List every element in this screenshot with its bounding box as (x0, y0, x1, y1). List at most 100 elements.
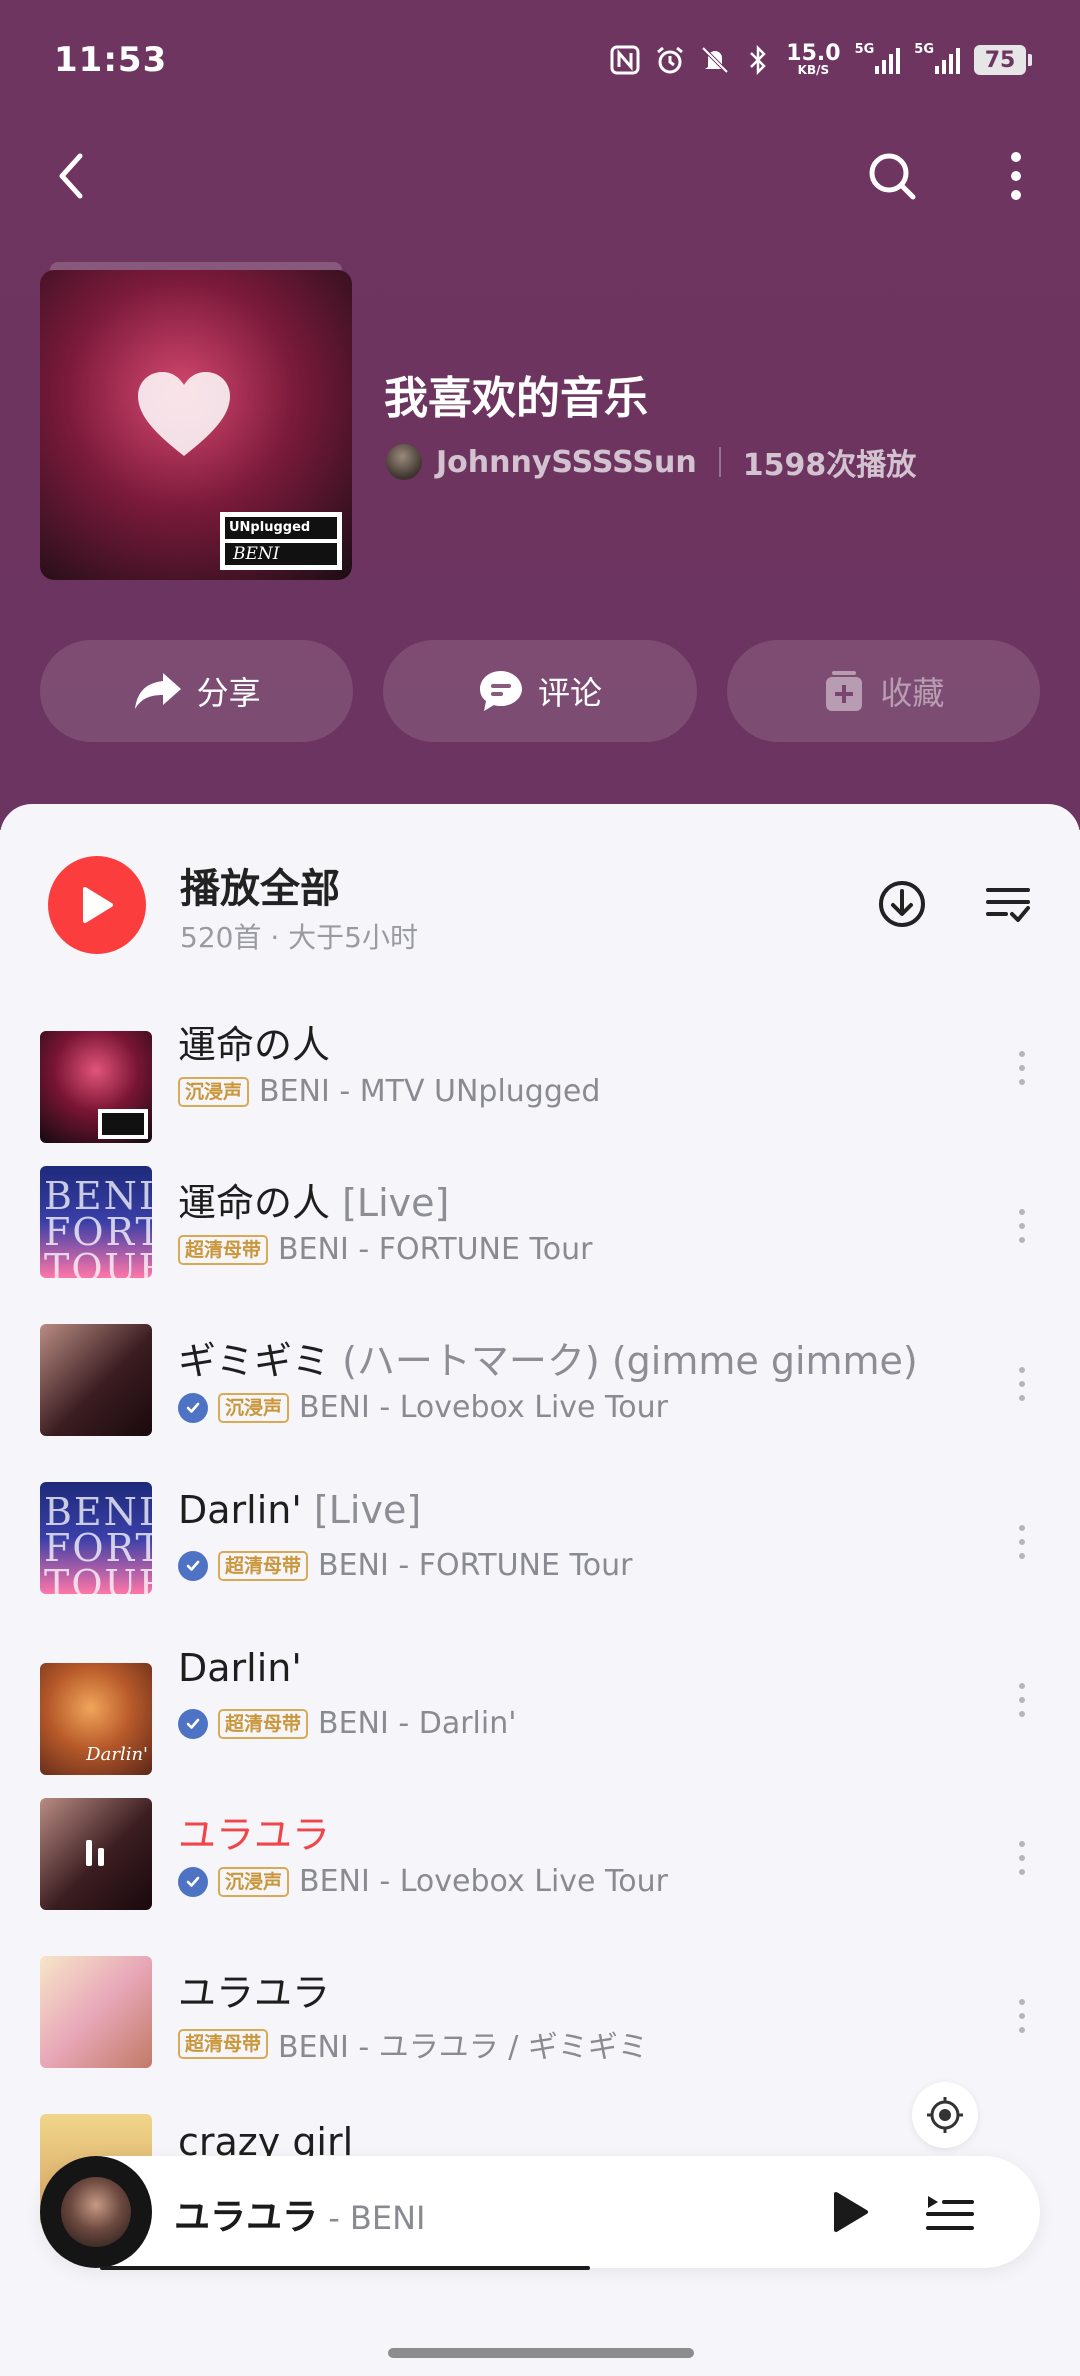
song-more-button[interactable] (1000, 1354, 1044, 1414)
dot-icon (1019, 1209, 1025, 1215)
song-row[interactable]: ユラユラ 超清母带 BENI - ユラユラ / ギミギミ (0, 1952, 1080, 2110)
song-more-button[interactable] (1000, 1038, 1044, 1098)
play-icon (83, 887, 113, 923)
song-row[interactable]: BENI FORTUNE TOUR Darlin' [Live] 超清母带 BE… (0, 1478, 1080, 1636)
share-icon (134, 673, 181, 709)
quality-tag: 沉浸声 (218, 1866, 290, 1897)
quality-tag: 沉浸声 (218, 1392, 290, 1423)
album-art (40, 1798, 152, 1910)
top-nav (0, 140, 1080, 212)
song-meta: 沉浸声 BENI - MTV UNplugged (178, 1074, 600, 1109)
collect-button[interactable]: 收藏 (726, 640, 1040, 742)
dot-icon (1019, 1553, 1025, 1559)
playlist-icon (926, 2196, 974, 2230)
album-art (40, 1031, 152, 1143)
song-row[interactable]: BENI FORTUNE TOUR 運命の人 [Live] 超清母带 BENI … (0, 1162, 1080, 1320)
mini-player-song: ユラユラ (174, 2197, 319, 2238)
signal-2-icon: 5G (914, 42, 960, 78)
song-title: ユラユラ (178, 1804, 330, 1859)
status-icons: 15.0 KB/S 5G 5G 75 (610, 42, 1032, 78)
album-art: BENI FORTUNE TOUR (40, 1166, 152, 1278)
dot-icon (1019, 1237, 1025, 1243)
dot-icon (1019, 1711, 1025, 1717)
collect-icon (826, 671, 863, 711)
status-bar: 11:53 15.0 KB/S 5G 5G 75 (0, 0, 1080, 120)
song-title: 運命の人 (178, 1014, 330, 1069)
quality-tag: 沉浸声 (178, 1076, 250, 1107)
song-title: ギミギミ (ハートマーク) (gimme gimme) (178, 1330, 918, 1385)
mini-player-progress (100, 2266, 590, 2270)
alarm-icon (654, 42, 686, 78)
song-meta: 超清母带 BENI - FORTUNE Tour (178, 1232, 592, 1267)
nfc-icon (610, 42, 640, 78)
status-time: 11:53 (54, 40, 168, 80)
quality-tag: 超清母带 (218, 1708, 309, 1739)
share-button[interactable]: 分享 (40, 640, 354, 742)
collect-label: 收藏 (880, 674, 945, 712)
locate-button[interactable] (912, 2082, 978, 2148)
locate-icon (927, 2097, 963, 2133)
dot-icon (1019, 1525, 1025, 1531)
song-more-button[interactable] (1000, 1828, 1044, 1888)
song-title-text: Darlin' (178, 1646, 302, 1690)
play-all-title[interactable]: 播放全部 (180, 856, 340, 914)
mini-player-artist: - BENI (318, 2199, 426, 2237)
mini-play-button[interactable] (820, 2182, 880, 2242)
song-meta: 沉浸声 BENI - Lovebox Live Tour (178, 1864, 668, 1899)
song-row[interactable]: Darlin' 超清母带 BENI - Darlin' (0, 1636, 1080, 1794)
mini-player-disc[interactable] (40, 2156, 152, 2268)
quality-tag: 超清母带 (178, 2029, 269, 2059)
signal-2-label: 5G (914, 42, 934, 57)
song-title-text: ギミギミ (178, 1339, 331, 1383)
quality-tag: 超清母带 (218, 1550, 309, 1581)
verified-icon (178, 1708, 208, 1739)
avatar[interactable] (386, 444, 422, 480)
verified-icon (178, 1392, 208, 1423)
dot-icon (1019, 2013, 1025, 2019)
owner-name[interactable]: JohnnySSSSSun (436, 445, 697, 480)
album-art (40, 1663, 152, 1775)
song-title-text: 運命の人 (178, 1023, 331, 1067)
song-title: Darlin' [Live] (178, 1488, 421, 1532)
playing-indicator-icon (86, 1840, 104, 1866)
song-row-playing[interactable]: ユラユラ 沉浸声 BENI - Lovebox Live Tour (0, 1794, 1080, 1952)
mini-playlist-button[interactable] (920, 2182, 980, 2242)
dot-icon (1019, 1395, 1025, 1401)
play-all-subtitle: 520首 · 大于5小时 (180, 921, 418, 954)
net-speed-unit: KB/S (797, 63, 830, 77)
search-button[interactable] (856, 140, 928, 212)
verified-icon (178, 1550, 208, 1581)
net-speed: 15.0 KB/S (786, 42, 840, 78)
back-button[interactable] (36, 140, 108, 212)
song-more-button[interactable] (1000, 1986, 1044, 2046)
song-more-button[interactable] (1000, 1196, 1044, 1256)
cover-label-top: UNplugged (225, 517, 337, 539)
comment-button[interactable]: 评论 (383, 640, 697, 742)
song-list: 運命の人 沉浸声 BENI - MTV UNplugged BENI FORTU… (0, 1004, 1080, 2268)
more-button[interactable] (980, 140, 1052, 212)
album-art (40, 1956, 152, 2068)
mute-icon (700, 42, 730, 78)
song-title: Darlin' (178, 1646, 302, 1690)
multi-select-button[interactable] (978, 874, 1038, 934)
mini-player-title: ユラユラ - BENI (174, 2188, 425, 2240)
play-icon (834, 2192, 868, 2232)
song-meta: 超清母带 BENI - ユラユラ / ギミギミ (178, 2022, 648, 2066)
artist-album: BENI - ユラユラ / ギミギミ (278, 2030, 648, 2065)
song-more-button[interactable] (1000, 1670, 1044, 1730)
song-row[interactable]: 運命の人 沉浸声 BENI - MTV UNplugged (0, 1004, 1080, 1162)
artist-album: BENI - MTV UNplugged (259, 1074, 601, 1109)
song-more-button[interactable] (1000, 1512, 1044, 1572)
play-all-button[interactable] (48, 856, 146, 954)
owner-divider (718, 447, 721, 477)
song-meta: 超清母带 BENI - FORTUNE Tour (178, 1548, 632, 1583)
dot-icon (1019, 1841, 1025, 1847)
home-indicator[interactable] (388, 2348, 694, 2358)
battery-icon: 75 (974, 45, 1032, 75)
playlist-cover[interactable]: UNplugged BENI (40, 262, 352, 580)
download-button[interactable] (872, 874, 932, 934)
mini-player[interactable]: ユラユラ - BENI (40, 2156, 1040, 2270)
dot-icon (1019, 2027, 1025, 2033)
song-row[interactable]: ギミギミ (ハートマーク) (gimme gimme) 沉浸声 BENI - L… (0, 1320, 1080, 1478)
song-meta: 超清母带 BENI - Darlin' (178, 1706, 517, 1741)
